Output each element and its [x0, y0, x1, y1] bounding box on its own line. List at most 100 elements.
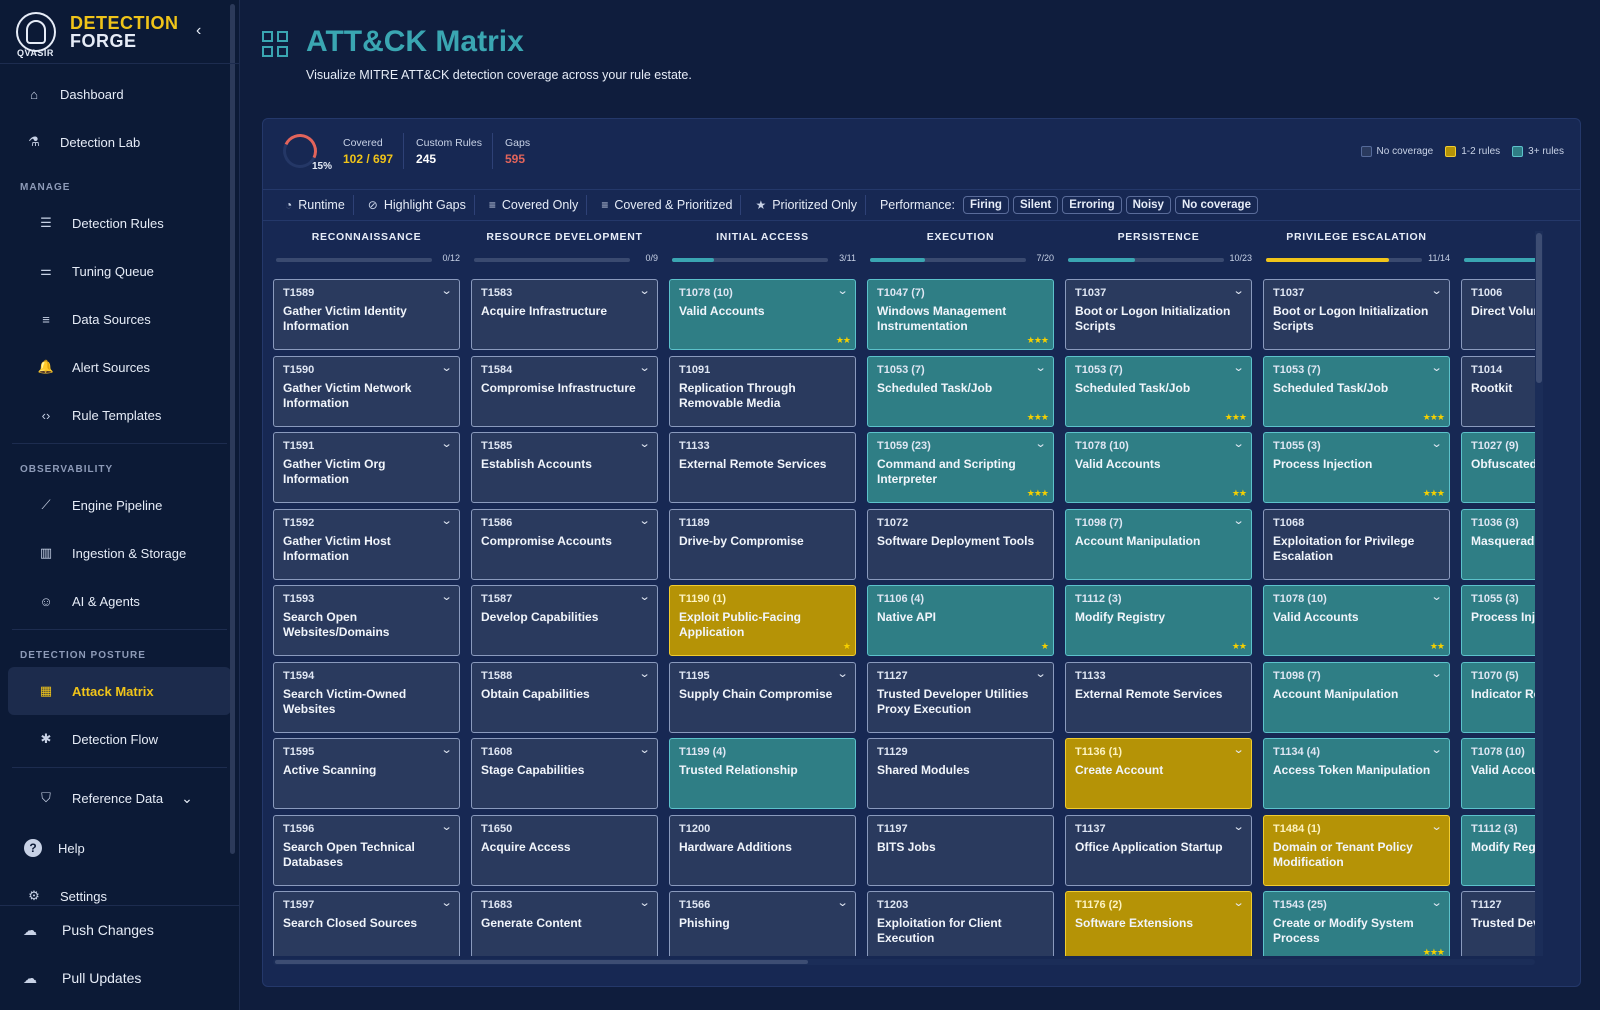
technique-cell[interactable]: T1037 Boot or Logon Initialization Script…: [1065, 279, 1252, 350]
technique-cell[interactable]: T1106 (4) Native API ★: [867, 585, 1054, 656]
technique-cell[interactable]: T1197 BITS Jobs: [867, 814, 1054, 886]
chip-silent[interactable]: Silent: [1012, 196, 1059, 214]
sidebar-item-engine-pipeline[interactable]: ⟋ Engine Pipeline: [0, 481, 239, 529]
technique-cell[interactable]: T1006 Direct Volum: [1461, 279, 1535, 350]
sidebar-item-rule-templates[interactable]: ‹› Rule Templates: [0, 391, 239, 439]
technique-cell[interactable]: T1078 (10) Valid Accounts ⌄ ★★: [1065, 432, 1252, 503]
expand-chevron-icon[interactable]: ⌄: [1034, 667, 1046, 680]
expand-chevron-icon[interactable]: ⌄: [638, 667, 650, 680]
expand-chevron-icon[interactable]: ⌄: [1430, 284, 1442, 297]
technique-cell[interactable]: T1068 Exploitation for Privilege Escalati…: [1263, 508, 1450, 580]
tactic-header[interactable]: S: [1461, 231, 1535, 251]
technique-cell[interactable]: T1127 Trusted Developer Utilities Proxy E…: [867, 661, 1054, 733]
expand-chevron-icon[interactable]: ⌄: [440, 896, 452, 909]
technique-cell[interactable]: T1027 (9) Obfuscated I: [1461, 432, 1535, 503]
technique-cell[interactable]: T1594 Search Victim-Owned Websites: [273, 661, 460, 733]
technique-cell[interactable]: T1593 Search Open Websites/Domains ⌄: [273, 585, 460, 656]
technique-cell[interactable]: T1129 Shared Modules: [867, 738, 1054, 809]
expand-chevron-icon[interactable]: ⌄: [1232, 820, 1244, 833]
sidebar-item-tuning-queue[interactable]: ⚌ Tuning Queue: [0, 247, 239, 295]
expand-chevron-icon[interactable]: ⌄: [440, 284, 452, 297]
expand-chevron-icon[interactable]: ⌄: [1034, 361, 1046, 374]
expand-chevron-icon[interactable]: ⌄: [440, 590, 452, 603]
technique-cell[interactable]: T1588 Obtain Capabilities ⌄: [471, 661, 658, 733]
technique-cell[interactable]: T1136 (1) Create Account ⌄: [1065, 738, 1252, 809]
expand-chevron-icon[interactable]: ⌄: [1430, 361, 1442, 374]
tactic-header[interactable]: EXECUTION: [867, 231, 1054, 251]
sidebar-scrollbar[interactable]: [230, 4, 235, 854]
technique-cell[interactable]: T1037 Boot or Logon Initialization Script…: [1263, 279, 1450, 350]
matrix-vertical-scrollbar[interactable]: [1535, 231, 1543, 956]
sidebar-item-ai-agents[interactable]: ☺ AI & Agents: [0, 577, 239, 625]
technique-cell[interactable]: T1484 (1) Domain or Tenant Policy Modific…: [1263, 814, 1450, 886]
covered-prioritized-toggle[interactable]: ≡ Covered & Prioritized: [587, 195, 742, 215]
technique-cell[interactable]: T1200 Hardware Additions: [669, 814, 856, 886]
technique-cell[interactable]: T1583 Acquire Infrastructure ⌄: [471, 279, 658, 350]
technique-cell[interactable]: T1070 (5) Indicator Re: [1461, 661, 1535, 733]
technique-cell[interactable]: T1597 Search Closed Sources ⌄: [273, 891, 460, 956]
technique-cell[interactable]: T1584 Compromise Infrastructure ⌄: [471, 355, 658, 427]
technique-cell[interactable]: T1133 External Remote Services: [1065, 661, 1252, 733]
expand-chevron-icon[interactable]: ⌄: [1232, 514, 1244, 527]
tactic-header[interactable]: RECONNAISSANCE: [273, 231, 460, 251]
technique-cell[interactable]: T1098 (7) Account Manipulation ⌄: [1065, 508, 1252, 580]
scroll-thumb[interactable]: [1536, 233, 1542, 383]
technique-cell[interactable]: T1055 (3) Process Inje: [1461, 585, 1535, 656]
expand-chevron-icon[interactable]: ⌄: [1034, 437, 1046, 450]
expand-chevron-icon[interactable]: ⌄: [836, 896, 848, 909]
technique-cell[interactable]: T1543 (25) Create or Modify System Proces…: [1263, 891, 1450, 956]
technique-cell[interactable]: T1586 Compromise Accounts ⌄: [471, 508, 658, 580]
technique-cell[interactable]: T1137 Office Application Startup ⌄: [1065, 814, 1252, 886]
expand-chevron-icon[interactable]: ⌄: [836, 667, 848, 680]
tactic-header[interactable]: RESOURCE DEVELOPMENT: [471, 231, 658, 251]
expand-chevron-icon[interactable]: ⌄: [638, 437, 650, 450]
chip-no-coverage[interactable]: No coverage: [1174, 196, 1258, 214]
expand-chevron-icon[interactable]: ⌄: [1232, 896, 1244, 909]
sidebar-item-detection-flow[interactable]: ✱ Detection Flow: [0, 715, 239, 763]
pull-updates-button[interactable]: ☁ Pull Updates: [0, 954, 239, 1002]
expand-chevron-icon[interactable]: ⌄: [1430, 437, 1442, 450]
technique-cell[interactable]: T1127 Trusted Deve Proxy Execut: [1461, 891, 1535, 956]
technique-cell[interactable]: T1072 Software Deployment Tools: [867, 508, 1054, 580]
sidebar-item-detection-lab[interactable]: ⚗ Detection Lab: [0, 118, 239, 166]
technique-cell[interactable]: T1078 (10) Valid Accour: [1461, 738, 1535, 809]
technique-cell[interactable]: T1189 Drive-by Compromise: [669, 508, 856, 580]
expand-chevron-icon[interactable]: ⌄: [440, 820, 452, 833]
technique-cell[interactable]: T1176 (2) Software Extensions ⌄: [1065, 891, 1252, 956]
tactic-header[interactable]: PERSISTENCE: [1065, 231, 1252, 251]
sidebar-item-data-sources[interactable]: ≡ Data Sources: [0, 295, 239, 343]
technique-cell[interactable]: T1190 (1) Exploit Public-Facing Applicati…: [669, 585, 856, 656]
expand-chevron-icon[interactable]: ⌄: [1232, 743, 1244, 756]
expand-chevron-icon[interactable]: ⌄: [1232, 437, 1244, 450]
technique-cell[interactable]: T1078 (10) Valid Accounts ⌄ ★★: [669, 279, 856, 350]
technique-cell[interactable]: T1608 Stage Capabilities ⌄: [471, 738, 658, 809]
technique-cell[interactable]: T1134 (4) Access Token Manipulation ⌄: [1263, 738, 1450, 809]
expand-chevron-icon[interactable]: ⌄: [638, 743, 650, 756]
technique-cell[interactable]: T1055 (3) Process Injection ⌄ ★★★: [1263, 432, 1450, 503]
tactic-header[interactable]: PRIVILEGE ESCALATION: [1263, 231, 1450, 251]
expand-chevron-icon[interactable]: ⌄: [1430, 667, 1442, 680]
technique-cell[interactable]: T1014 Rootkit: [1461, 355, 1535, 427]
technique-cell[interactable]: T1589 Gather Victim Identity Information ⌄: [273, 279, 460, 350]
sidebar-item-ingestion-storage[interactable]: ▥ Ingestion & Storage: [0, 529, 239, 577]
expand-chevron-icon[interactable]: ⌄: [440, 437, 452, 450]
prioritized-only-toggle[interactable]: ★ Prioritized Only: [741, 195, 866, 215]
sidebar-item-attack-matrix[interactable]: ▦ Attack Matrix: [8, 667, 231, 715]
expand-chevron-icon[interactable]: ⌄: [440, 514, 452, 527]
expand-chevron-icon[interactable]: ⌄: [1430, 820, 1442, 833]
sidebar-item-help[interactable]: ? Help: [0, 824, 239, 872]
expand-chevron-icon[interactable]: ⌄: [1430, 896, 1442, 909]
expand-chevron-icon[interactable]: ⌄: [1430, 743, 1442, 756]
technique-cell[interactable]: T1596 Search Open Technical Databases ⌄: [273, 814, 460, 886]
push-changes-button[interactable]: ☁ Push Changes: [0, 906, 239, 954]
chip-firing[interactable]: Firing: [962, 196, 1009, 214]
technique-cell[interactable]: T1203 Exploitation for Client Execution: [867, 891, 1054, 956]
technique-cell[interactable]: T1098 (7) Account Manipulation ⌄: [1263, 661, 1450, 733]
sidebar-item-dashboard[interactable]: ⌂ Dashboard: [0, 70, 239, 118]
sidebar-item-detection-rules[interactable]: ☰ Detection Rules: [0, 199, 239, 247]
collapse-sidebar-icon[interactable]: ‹: [196, 22, 201, 40]
expand-chevron-icon[interactable]: ⌄: [638, 896, 650, 909]
expand-chevron-icon[interactable]: ⌄: [638, 284, 650, 297]
technique-cell[interactable]: T1595 Active Scanning ⌄: [273, 738, 460, 809]
technique-cell[interactable]: T1112 (3) Modify Registry ★★: [1065, 585, 1252, 656]
